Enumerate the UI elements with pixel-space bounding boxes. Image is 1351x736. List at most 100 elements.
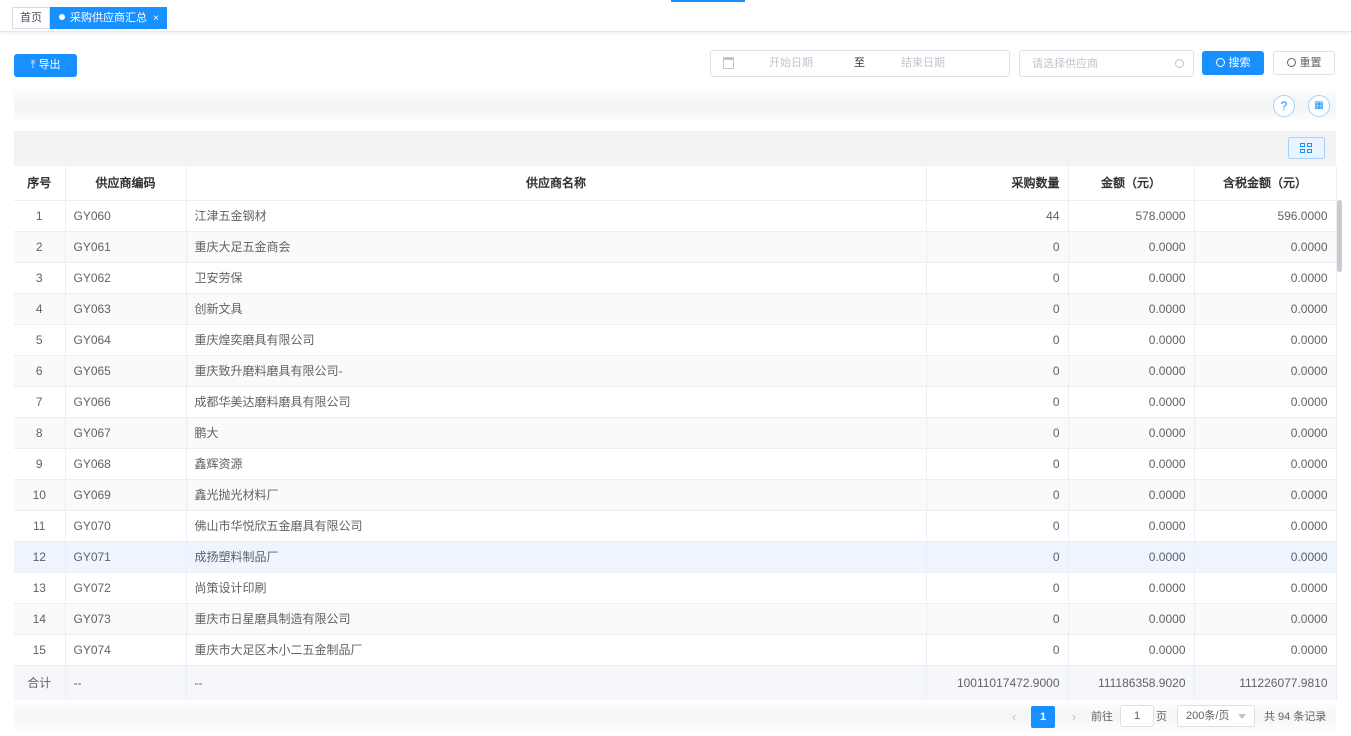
row-supplier-name: 鑫光抛光材料厂 <box>186 479 927 511</box>
row-index: 10 <box>14 479 66 511</box>
row-amount: 0.0000 <box>1068 448 1195 480</box>
row-index: 2 <box>14 231 66 263</box>
row-amount: 0.0000 <box>1068 417 1195 449</box>
table-row[interactable]: 11 GY070 佛山市华悦欣五金磨具有限公司 0 0.0000 0.0000 <box>14 510 1337 542</box>
row-supplier-code: GY064 <box>65 324 187 356</box>
header-index[interactable]: 序号 <box>14 166 66 201</box>
row-supplier-name: 鑫辉资源 <box>186 448 927 480</box>
row-index: 15 <box>14 634 66 666</box>
table-row[interactable]: 8 GY067 鹏大 0 0.0000 0.0000 <box>14 417 1337 449</box>
table-row[interactable]: 13 GY072 尚策设计印刷 0 0.0000 0.0000 <box>14 572 1337 604</box>
page-1-button[interactable]: 1 <box>1031 706 1055 728</box>
row-amount: 0.0000 <box>1068 603 1195 635</box>
active-dot-icon <box>59 14 65 21</box>
table-row[interactable]: 1 GY060 江津五金钢材 44 578.0000 596.0000 <box>14 200 1337 232</box>
table-row[interactable]: 12 GY071 成扬塑料制品厂 0 0.0000 0.0000 <box>14 541 1337 573</box>
refresh-icon <box>1286 57 1296 67</box>
supplier-input[interactable] <box>1032 56 1172 72</box>
close-icon[interactable]: × <box>153 13 159 24</box>
export-button[interactable]: ⤒ 导出 <box>14 54 77 77</box>
header-supplier-name[interactable]: 供应商名称 <box>186 166 927 201</box>
row-supplier-code: GY062 <box>65 262 187 294</box>
tab-home[interactable]: 首页 <box>12 7 50 29</box>
row-supplier-code: GY071 <box>65 541 187 573</box>
row-quantity: 0 <box>926 603 1069 635</box>
row-supplier-name: 成扬塑料制品厂 <box>186 541 927 573</box>
table-row[interactable]: 5 GY064 重庆煌奕磨具有限公司 0 0.0000 0.0000 <box>14 324 1337 356</box>
table-row[interactable]: 15 GY074 重庆市大足区木小二五金制品厂 0 0.0000 0.0000 <box>14 634 1337 666</box>
table-row[interactable]: 7 GY066 成都华美达磨料磨具有限公司 0 0.0000 0.0000 <box>14 386 1337 418</box>
end-date-input[interactable]: 结束日期 <box>901 51 945 76</box>
scrollbar-thumb[interactable] <box>1337 200 1342 272</box>
row-amount: 0.0000 <box>1068 634 1195 666</box>
row-tax-amount: 0.0000 <box>1194 479 1337 511</box>
row-index: 8 <box>14 417 66 449</box>
row-index: 12 <box>14 541 66 573</box>
page-size-select[interactable]: 200条/页 <box>1177 705 1255 727</box>
row-supplier-name: 尚策设计印刷 <box>186 572 927 604</box>
row-quantity: 0 <box>926 355 1069 387</box>
table-row[interactable]: 6 GY065 重庆致升磨料磨具有限公司- 0 0.0000 0.0000 <box>14 355 1337 387</box>
columns-icon[interactable]: ▦ <box>1308 95 1330 117</box>
table-row[interactable]: 10 GY069 鑫光抛光材料厂 0 0.0000 0.0000 <box>14 479 1337 511</box>
reset-button[interactable]: 重置 <box>1273 51 1335 75</box>
row-supplier-code: GY072 <box>65 572 187 604</box>
date-range-picker[interactable]: 开始日期 至 结束日期 <box>710 50 1010 77</box>
row-supplier-code: GY068 <box>65 448 187 480</box>
tab-purchase-supplier-summary[interactable]: 采购供应商汇总 × <box>50 7 167 29</box>
row-supplier-code: GY067 <box>65 417 187 449</box>
row-amount: 0.0000 <box>1068 231 1195 263</box>
row-quantity: 0 <box>926 417 1069 449</box>
row-tax-amount: 0.0000 <box>1194 572 1337 604</box>
help-icon[interactable]: ? <box>1273 95 1295 117</box>
table-row[interactable]: 14 GY073 重庆市日星磨具制造有限公司 0 0.0000 0.0000 <box>14 603 1337 635</box>
table-row[interactable]: 2 GY061 重庆大足五金商会 0 0.0000 0.0000 <box>14 231 1337 263</box>
row-supplier-name: 佛山市华悦欣五金磨具有限公司 <box>186 510 927 542</box>
row-index: 14 <box>14 603 66 635</box>
header-supplier-code[interactable]: 供应商编码 <box>65 166 187 201</box>
row-quantity: 0 <box>926 510 1069 542</box>
row-quantity: 44 <box>926 200 1069 232</box>
table-toolbar <box>14 131 1336 166</box>
row-supplier-name: 江津五金钢材 <box>186 200 927 232</box>
row-quantity: 0 <box>926 386 1069 418</box>
row-supplier-name: 重庆市日星磨具制造有限公司 <box>186 603 927 635</box>
row-quantity: 0 <box>926 448 1069 480</box>
table-row[interactable]: 9 GY068 鑫辉资源 0 0.0000 0.0000 <box>14 448 1337 480</box>
header-tax-amount[interactable]: 含税金额（元） <box>1194 166 1337 201</box>
row-amount: 0.0000 <box>1068 510 1195 542</box>
row-index: 3 <box>14 262 66 294</box>
search-button[interactable]: 搜索 <box>1202 51 1264 75</box>
start-date-input[interactable]: 开始日期 <box>769 51 813 76</box>
row-index: 11 <box>14 510 66 542</box>
row-amount: 0.0000 <box>1068 355 1195 387</box>
next-page-button[interactable]: › <box>1064 707 1084 727</box>
goto-page-input[interactable]: 1 <box>1120 705 1154 727</box>
table-row[interactable]: 3 GY062 卫安劳保 0 0.0000 0.0000 <box>14 262 1337 294</box>
row-index: 4 <box>14 293 66 325</box>
date-separator: 至 <box>854 57 865 69</box>
total-label: 合计 <box>14 665 66 701</box>
page-unit-label: 页 <box>1156 711 1167 723</box>
row-quantity: 0 <box>926 324 1069 356</box>
supplier-select[interactable] <box>1019 50 1194 77</box>
caret-down-icon <box>1238 714 1246 719</box>
prev-page-button[interactable]: ‹ <box>1004 707 1024 727</box>
row-tax-amount: 0.0000 <box>1194 386 1337 418</box>
table-row[interactable]: 4 GY063 创新文具 0 0.0000 0.0000 <box>14 293 1337 325</box>
row-tax-amount: 0.0000 <box>1194 231 1337 263</box>
grid-layout-button[interactable] <box>1288 137 1325 159</box>
search-icon <box>1215 57 1225 67</box>
total-row: 合计 -- -- 10011017472.9000 111186358.9020… <box>14 665 1337 701</box>
page-size-value: 200条/页 <box>1186 710 1230 722</box>
header-quantity[interactable]: 采购数量 <box>926 166 1069 201</box>
row-tax-amount: 0.0000 <box>1194 324 1337 356</box>
table-header-row: 序号 供应商编码 供应商名称 采购数量 金额（元） 含税金额（元） <box>14 166 1337 201</box>
grid-icon <box>1307 149 1312 153</box>
search-icon <box>1175 59 1184 68</box>
row-quantity: 0 <box>926 541 1069 573</box>
row-supplier-name: 成都华美达磨料磨具有限公司 <box>186 386 927 418</box>
row-amount: 0.0000 <box>1068 572 1195 604</box>
row-tax-amount: 0.0000 <box>1194 417 1337 449</box>
header-amount[interactable]: 金额（元） <box>1068 166 1195 201</box>
